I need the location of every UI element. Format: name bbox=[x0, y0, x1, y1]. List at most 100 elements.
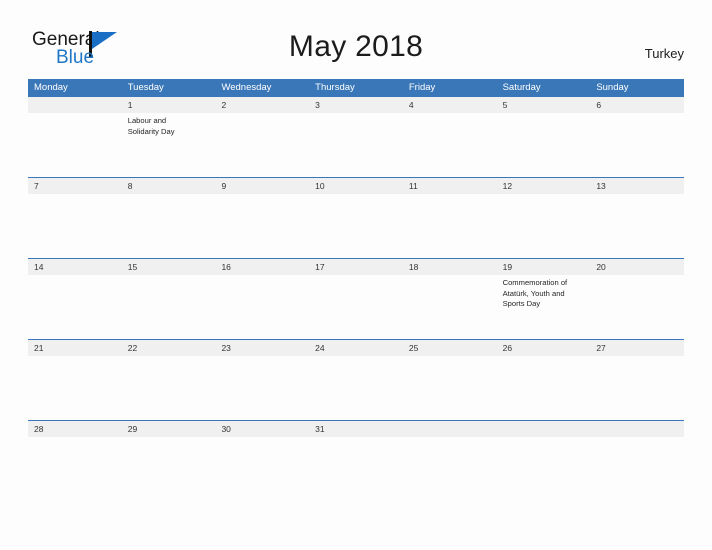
day-number[interactable]: 26 bbox=[497, 340, 591, 356]
day-cell[interactable]: Labour and Solidarity Day bbox=[122, 113, 216, 177]
day-cell[interactable] bbox=[215, 437, 309, 449]
day-cell[interactable] bbox=[28, 275, 122, 339]
day-number[interactable]: 16 bbox=[215, 259, 309, 275]
day-number[interactable]: 21 bbox=[28, 340, 122, 356]
calendar-week-row: 7 8 9 10 11 12 13 bbox=[28, 177, 684, 258]
day-number[interactable]: 30 bbox=[215, 421, 309, 437]
week-date-band: 21 22 23 24 25 26 27 bbox=[28, 339, 684, 356]
event-text: Labour and bbox=[127, 116, 167, 125]
day-number[interactable]: 5 bbox=[497, 97, 591, 113]
day-number[interactable] bbox=[403, 421, 497, 437]
weekday-header-monday: Monday bbox=[34, 82, 68, 93]
day-cell[interactable] bbox=[403, 437, 497, 449]
day-cell[interactable] bbox=[122, 194, 216, 258]
day-cell[interactable] bbox=[497, 194, 591, 258]
week-event-band: Commemoration of Atatürk, Youth and Spor… bbox=[28, 275, 684, 339]
day-cell[interactable] bbox=[122, 275, 216, 339]
week-event-band: Labour and Solidarity Day bbox=[28, 113, 684, 177]
day-cell[interactable] bbox=[215, 194, 309, 258]
week-event-band bbox=[28, 356, 684, 420]
day-number[interactable]: 1 bbox=[122, 97, 216, 113]
day-number[interactable]: 2 bbox=[215, 97, 309, 113]
weekday-header-row: Monday Tuesday Wednesday Thursday Friday… bbox=[28, 79, 684, 96]
day-cell[interactable] bbox=[403, 356, 497, 420]
day-cell[interactable] bbox=[122, 437, 216, 449]
calendar-week-row: 28 29 30 31 bbox=[28, 420, 684, 449]
day-number[interactable]: 24 bbox=[309, 340, 403, 356]
day-number[interactable]: 9 bbox=[215, 178, 309, 194]
day-number[interactable]: 31 bbox=[309, 421, 403, 437]
day-number[interactable]: 27 bbox=[590, 340, 684, 356]
weekday-header-thursday: Thursday bbox=[315, 82, 355, 93]
page-title: May 2018 bbox=[288, 30, 424, 63]
event-text: Solidarity Day bbox=[127, 126, 175, 136]
calendar-week-row: 14 15 16 17 18 19 20 Commemoration of At… bbox=[28, 258, 684, 339]
day-cell[interactable] bbox=[215, 275, 309, 339]
day-number[interactable]: 18 bbox=[403, 259, 497, 275]
day-cell[interactable] bbox=[215, 356, 309, 420]
day-cell[interactable] bbox=[497, 356, 591, 420]
day-cell[interactable] bbox=[497, 437, 591, 449]
day-number[interactable]: 22 bbox=[122, 340, 216, 356]
day-cell[interactable]: Commemoration of Atatürk, Youth and Spor… bbox=[497, 275, 591, 339]
day-cell[interactable] bbox=[403, 113, 497, 177]
day-cell[interactable] bbox=[28, 113, 122, 177]
event-text: Commemoration of bbox=[502, 278, 568, 287]
week-date-band: 14 15 16 17 18 19 20 bbox=[28, 258, 684, 275]
calendar-week-row: 1 2 3 4 5 6 Labour and Solidarity Day bbox=[28, 96, 684, 177]
weekday-header-sunday: Sunday bbox=[596, 82, 629, 93]
day-number[interactable]: 23 bbox=[215, 340, 309, 356]
weekday-header-tuesday: Tuesday bbox=[127, 82, 164, 93]
week-date-band: 28 29 30 31 bbox=[28, 420, 684, 437]
calendar-page: General Blue May 2018 Turkey Monday Tues… bbox=[0, 0, 712, 550]
day-number[interactable] bbox=[590, 421, 684, 437]
week-date-band: 1 2 3 4 5 6 bbox=[28, 96, 684, 113]
day-number[interactable]: 12 bbox=[497, 178, 591, 194]
day-number[interactable]: 13 bbox=[590, 178, 684, 194]
page-header: General Blue May 2018 Turkey bbox=[0, 0, 712, 76]
day-cell[interactable] bbox=[28, 194, 122, 258]
day-cell[interactable] bbox=[590, 275, 684, 339]
day-number[interactable]: 6 bbox=[590, 97, 684, 113]
day-cell[interactable] bbox=[309, 356, 403, 420]
week-event-band bbox=[28, 194, 684, 258]
day-cell[interactable] bbox=[309, 113, 403, 177]
day-number[interactable]: 4 bbox=[403, 97, 497, 113]
day-cell[interactable] bbox=[309, 194, 403, 258]
day-cell[interactable] bbox=[309, 275, 403, 339]
week-event-band bbox=[28, 437, 684, 449]
day-number[interactable]: 25 bbox=[403, 340, 497, 356]
day-cell[interactable] bbox=[403, 194, 497, 258]
day-cell[interactable] bbox=[122, 356, 216, 420]
day-cell[interactable] bbox=[28, 437, 122, 449]
day-number[interactable]: 17 bbox=[309, 259, 403, 275]
day-number[interactable]: 14 bbox=[28, 259, 122, 275]
calendar-week-row: 21 22 23 24 25 26 27 bbox=[28, 339, 684, 420]
day-number[interactable]: 29 bbox=[122, 421, 216, 437]
week-date-band: 7 8 9 10 11 12 13 bbox=[28, 177, 684, 194]
day-cell[interactable] bbox=[590, 437, 684, 449]
day-cell[interactable] bbox=[497, 113, 591, 177]
day-number[interactable]: 19 bbox=[497, 259, 591, 275]
day-number[interactable]: 8 bbox=[122, 178, 216, 194]
day-number[interactable] bbox=[497, 421, 591, 437]
day-cell[interactable] bbox=[215, 113, 309, 177]
weekday-header-friday: Friday bbox=[408, 82, 436, 93]
day-cell[interactable] bbox=[403, 275, 497, 339]
country-label: Turkey bbox=[644, 46, 684, 61]
day-cell[interactable] bbox=[590, 113, 684, 177]
day-number[interactable]: 11 bbox=[403, 178, 497, 194]
day-number[interactable]: 20 bbox=[590, 259, 684, 275]
day-number[interactable]: 3 bbox=[309, 97, 403, 113]
day-cell[interactable] bbox=[28, 356, 122, 420]
day-number[interactable]: 15 bbox=[122, 259, 216, 275]
day-cell[interactable] bbox=[590, 356, 684, 420]
day-number[interactable]: 7 bbox=[28, 178, 122, 194]
weekday-header-wednesday: Wednesday bbox=[221, 82, 272, 93]
day-cell[interactable] bbox=[590, 194, 684, 258]
day-number[interactable]: 28 bbox=[28, 421, 122, 437]
day-number[interactable] bbox=[28, 97, 122, 113]
day-cell[interactable] bbox=[309, 437, 403, 449]
calendar-grid: Monday Tuesday Wednesday Thursday Friday… bbox=[28, 79, 684, 449]
day-number[interactable]: 10 bbox=[309, 178, 403, 194]
